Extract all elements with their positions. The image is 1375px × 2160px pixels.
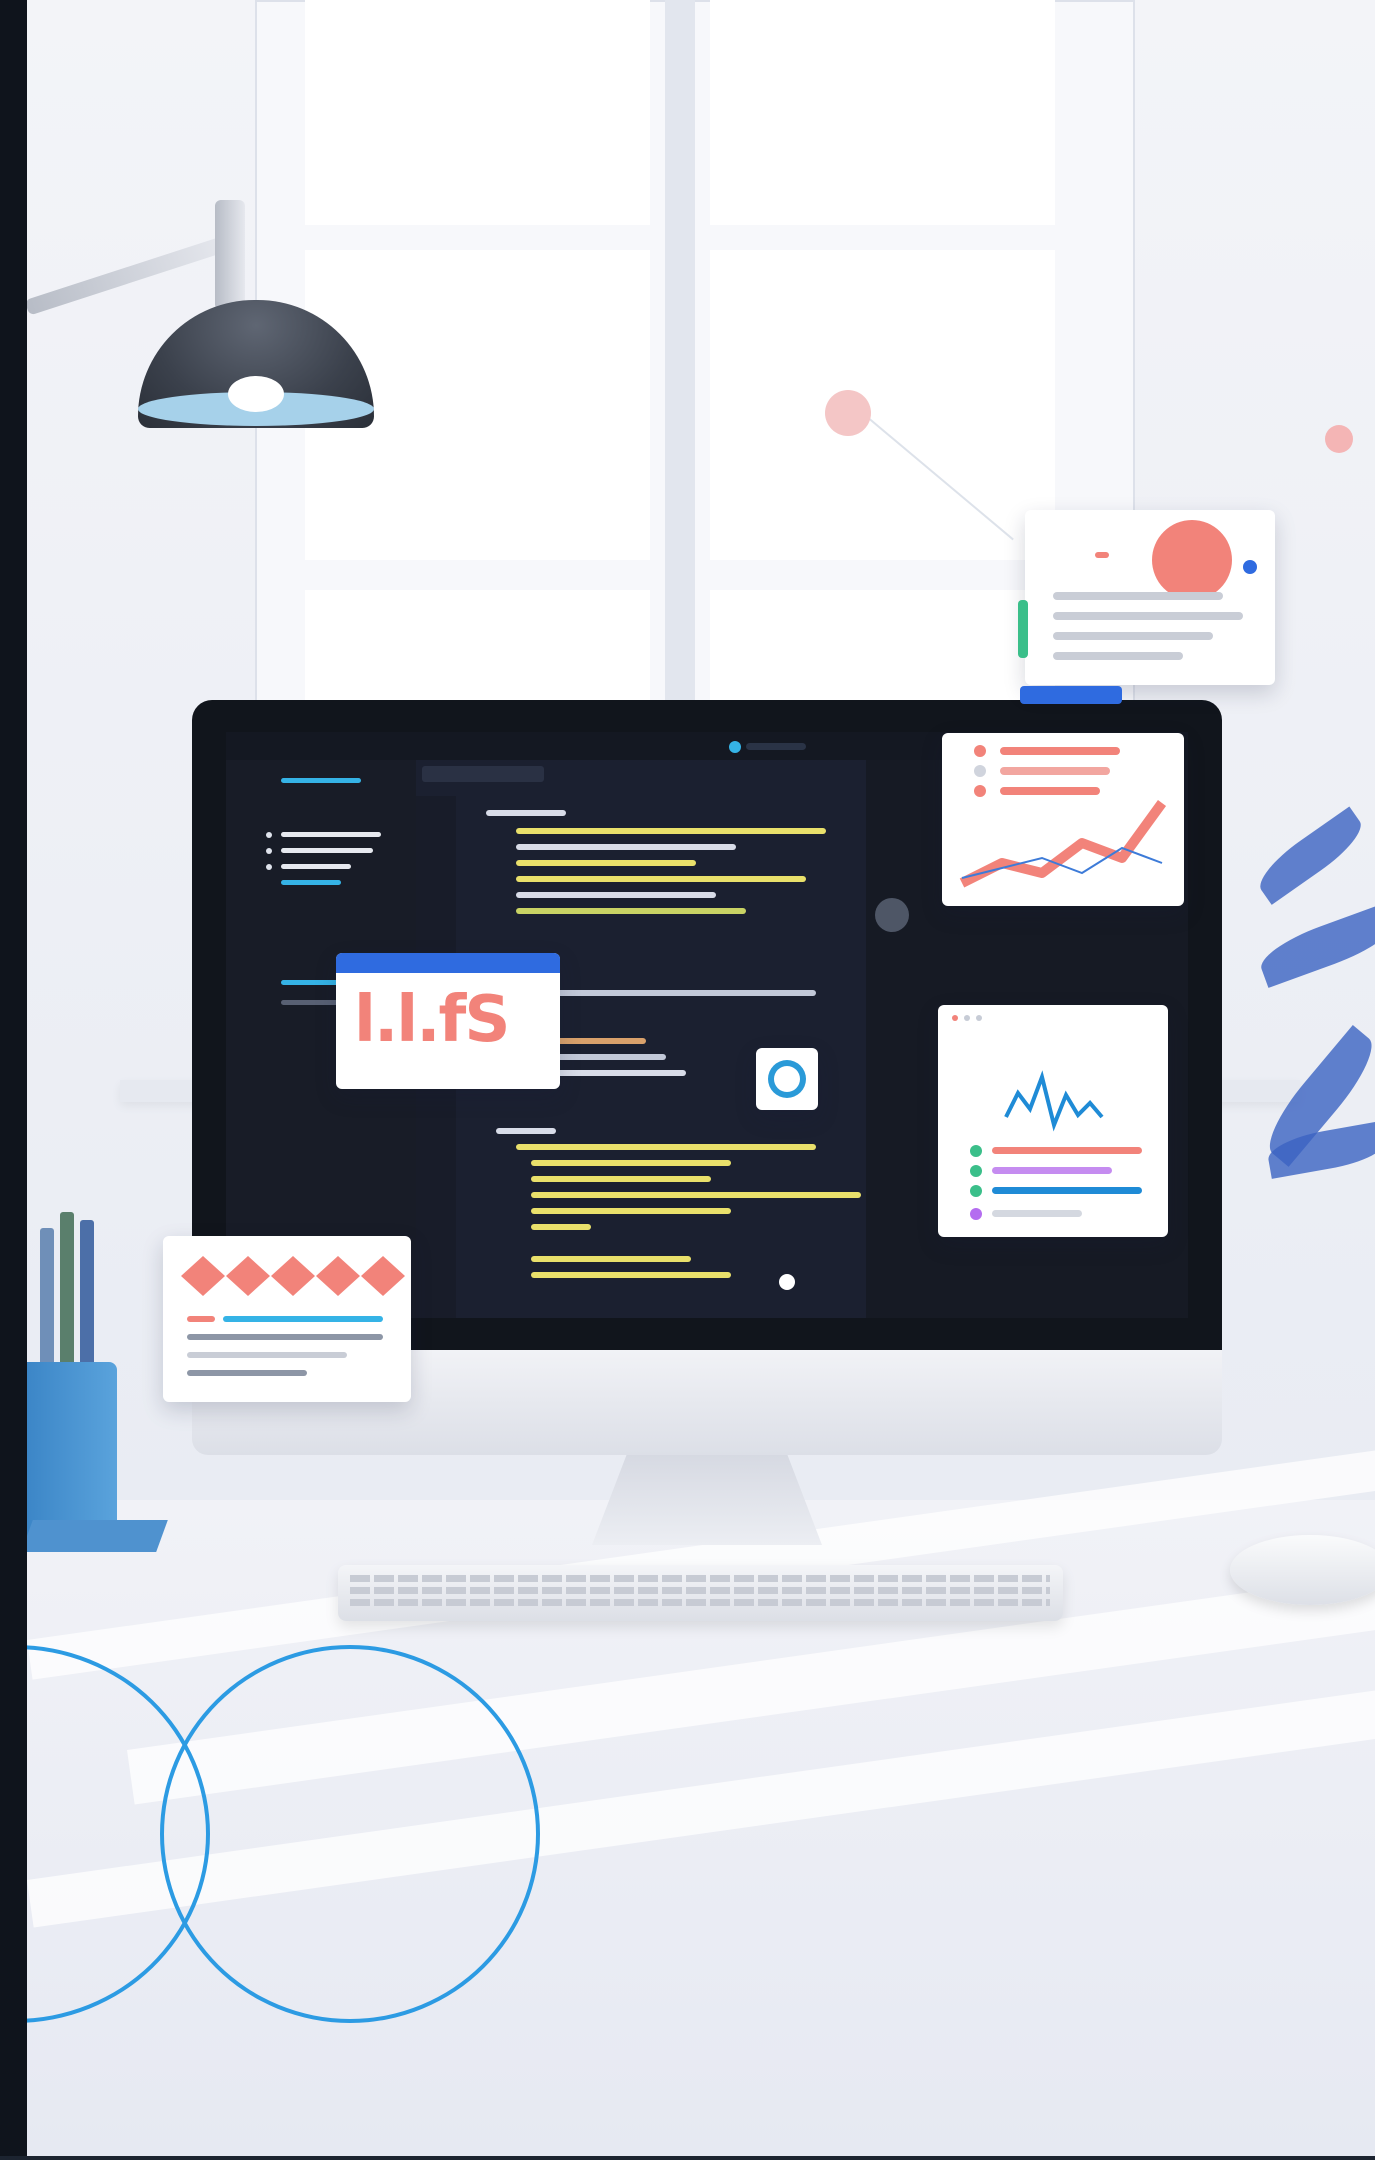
legend-bar	[992, 1147, 1142, 1154]
legend-dot	[970, 1208, 982, 1220]
window-pane	[710, 0, 1055, 225]
chart-card	[942, 733, 1184, 906]
window-pane	[305, 0, 650, 225]
code-line	[531, 1224, 591, 1230]
key-row	[350, 1575, 1050, 1582]
connector-node	[779, 1274, 795, 1290]
card-line	[187, 1352, 347, 1358]
card-accent	[1020, 686, 1122, 704]
code-line	[531, 1176, 711, 1182]
waveform-chart	[1004, 1070, 1104, 1132]
logo-wordmark: l.l.fS	[354, 983, 510, 1057]
code-line	[531, 1272, 731, 1278]
legend-dot	[970, 1145, 982, 1157]
code-line	[516, 876, 806, 882]
bottom-edge-bar	[0, 2156, 1375, 2160]
card-line	[1053, 652, 1183, 660]
card-line	[1053, 612, 1243, 620]
card-accent	[1018, 600, 1028, 658]
card-line	[1053, 632, 1213, 640]
card-line	[187, 1334, 383, 1340]
code-line	[516, 844, 736, 850]
sidebar-line	[281, 832, 381, 837]
card-line	[223, 1316, 383, 1322]
legend-dot	[970, 1185, 982, 1197]
toolbar-field	[746, 743, 806, 750]
profile-card	[1025, 510, 1275, 685]
connector-node	[1325, 425, 1353, 453]
key-row	[350, 1599, 1050, 1606]
card-line	[187, 1316, 215, 1322]
code-line	[516, 860, 696, 866]
sidebar-line	[281, 1000, 341, 1005]
trend-chart	[959, 800, 1167, 888]
card-line	[187, 1370, 307, 1376]
editor-tab[interactable]	[422, 766, 544, 782]
code-line	[516, 990, 816, 996]
toolbar-indicator-icon	[729, 741, 741, 753]
code-line	[531, 1256, 691, 1262]
shape-card	[163, 1236, 411, 1402]
legend-bar	[992, 1167, 1112, 1174]
diamond-row	[181, 1256, 405, 1296]
code-line	[516, 892, 716, 898]
connector-node	[825, 390, 871, 436]
pencil	[40, 1228, 54, 1368]
keyboard	[338, 1565, 1063, 1621]
sidebar-line	[281, 848, 373, 853]
lamp-bulb	[228, 376, 284, 412]
pencil	[60, 1212, 74, 1368]
sidebar-bullet	[266, 848, 272, 854]
left-edge-bar	[0, 0, 27, 2160]
waveform-line	[1004, 1070, 1104, 1132]
code-line	[531, 1192, 861, 1198]
app-logo-icon	[768, 1060, 806, 1098]
logo-card: l.l.fS	[336, 953, 560, 1089]
sidebar-bullet	[266, 832, 272, 838]
pencil	[80, 1220, 94, 1368]
window-pane	[710, 250, 1055, 560]
status-dot	[1243, 560, 1257, 574]
key-row	[350, 1587, 1050, 1594]
avatar-circle	[1152, 520, 1232, 600]
cup-coaster	[21, 1520, 168, 1552]
decor-ring	[160, 1645, 540, 2023]
legend-bar	[992, 1187, 1142, 1194]
waveform-card	[938, 1005, 1168, 1237]
lamp-joint	[215, 200, 245, 310]
monitor-stand	[592, 1455, 822, 1545]
legend-dot	[970, 1165, 982, 1177]
sidebar-line	[281, 864, 351, 869]
sidebar-bullet	[266, 864, 272, 870]
card-titlebar	[336, 953, 560, 973]
code-line	[516, 908, 746, 914]
legend-bar	[992, 1210, 1082, 1217]
code-line	[531, 1160, 731, 1166]
scene: l.l.fS	[0, 0, 1375, 2160]
card-tag	[1095, 552, 1109, 558]
code-line	[516, 1144, 816, 1150]
card-line	[1053, 592, 1223, 600]
connector-node	[875, 898, 909, 932]
code-line	[516, 828, 826, 834]
sidebar-line	[281, 880, 341, 885]
code-line	[486, 810, 566, 816]
code-line	[496, 1128, 556, 1134]
sidebar-line	[281, 778, 361, 783]
app-icon[interactable]	[756, 1048, 818, 1110]
code-line	[531, 1208, 731, 1214]
